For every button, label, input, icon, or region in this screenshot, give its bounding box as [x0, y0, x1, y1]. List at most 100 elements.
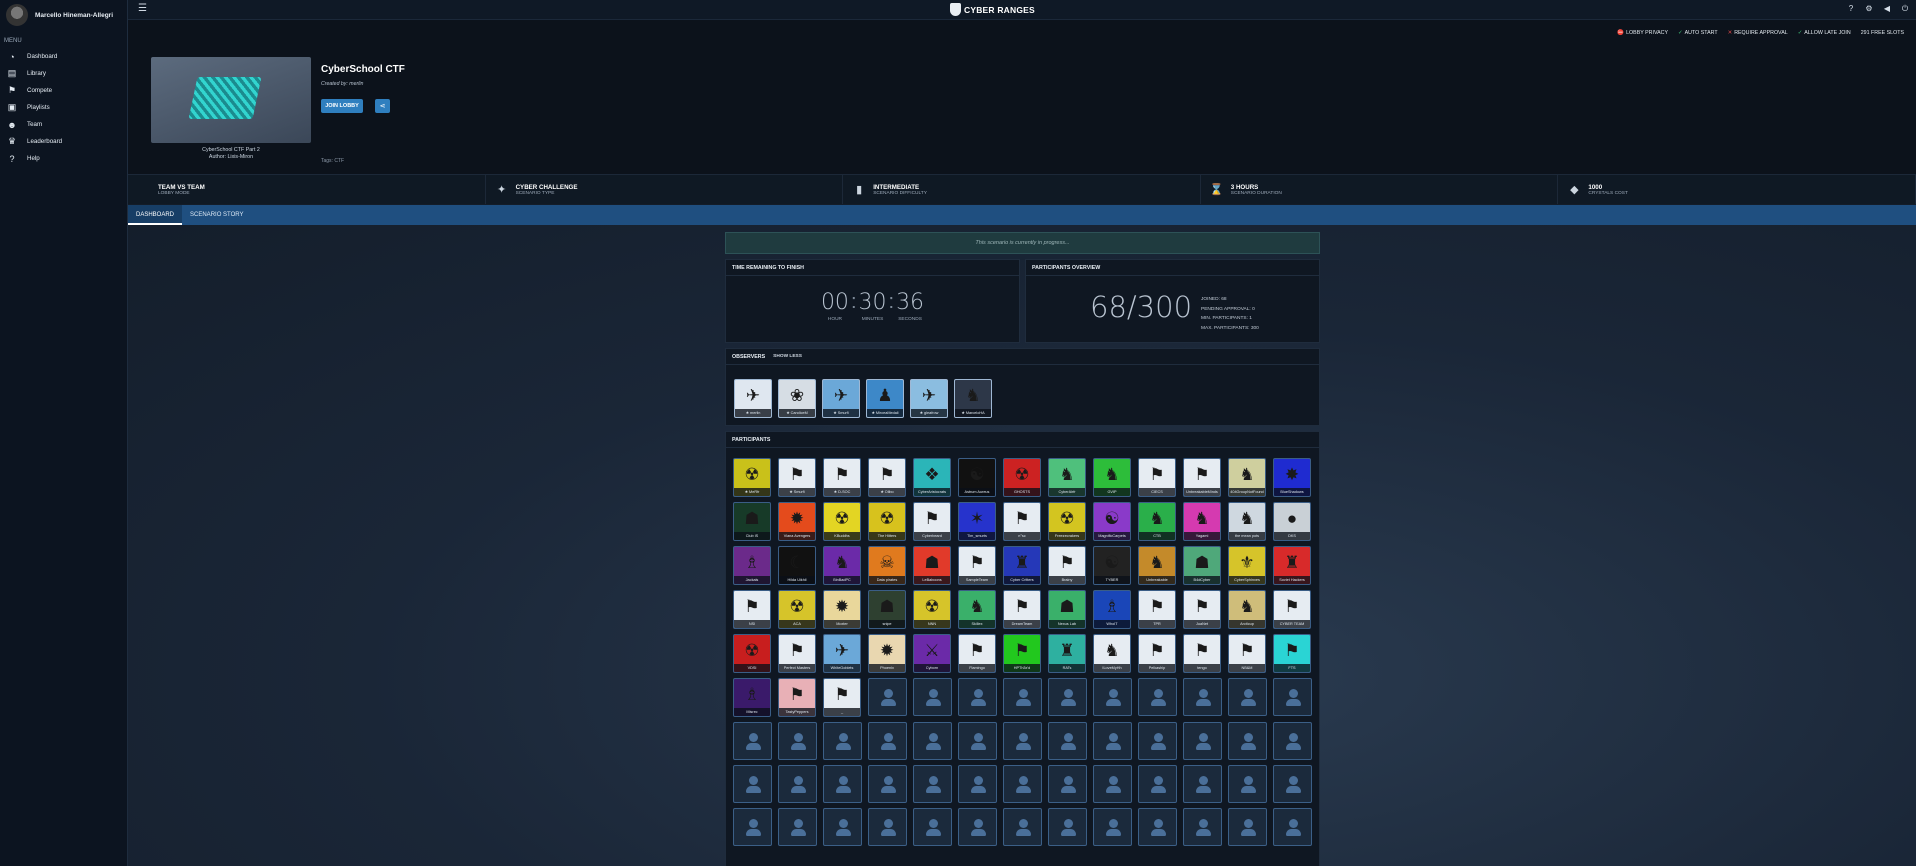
empty-slot[interactable]	[1273, 722, 1312, 760]
team-tile[interactable]: ☯ MagnificCarpets	[1093, 502, 1131, 541]
team-tile[interactable]: ☢ GHOSTS	[1003, 458, 1041, 497]
team-tile[interactable]: ⚑ SampleTeam	[958, 546, 996, 585]
empty-slot[interactable]	[1093, 765, 1132, 803]
empty-slot[interactable]	[823, 765, 862, 803]
nav-item-compete[interactable]: ⚑ Compete	[0, 82, 127, 99]
empty-slot[interactable]	[1183, 808, 1222, 846]
team-tile[interactable]: ☗ Club IS	[733, 502, 771, 541]
team-tile[interactable]: ✈ ★ merlin	[734, 379, 772, 418]
team-tile[interactable]: ⚑ FTS	[1273, 634, 1311, 673]
empty-slot[interactable]	[1183, 678, 1222, 716]
team-tile[interactable]: ♜ Cyber Critters	[1003, 546, 1041, 585]
team-tile[interactable]: ⚑ TPR	[1138, 590, 1176, 629]
team-tile[interactable]: ⚑ _	[823, 678, 861, 717]
empty-slot[interactable]	[1093, 722, 1132, 760]
team-tile[interactable]: ☢ The Hitters	[868, 502, 906, 541]
tab-scenario-story[interactable]: SCENARIO STORY	[182, 205, 251, 225]
team-tile[interactable]: ♗ WhoIT	[1093, 590, 1131, 629]
empty-slot[interactable]	[868, 808, 907, 846]
empty-slot[interactable]	[778, 808, 817, 846]
team-tile[interactable]: ⚑ HPTh3x'd	[1003, 634, 1041, 673]
empty-slot[interactable]	[868, 722, 907, 760]
empty-slot[interactable]	[1138, 722, 1177, 760]
team-tile[interactable]: ☢ Freezecrakers	[1048, 502, 1086, 541]
empty-slot[interactable]	[913, 765, 952, 803]
team-tile[interactable]: ♞ ILoveMyHh	[1093, 634, 1131, 673]
brand[interactable]: CYBER RANGES	[950, 3, 1035, 16]
power-icon[interactable]: ⏻	[1900, 4, 1910, 14]
empty-slot[interactable]	[1138, 808, 1177, 846]
team-tile[interactable]: ♞ 404GroupNotFound	[1228, 458, 1266, 497]
team-tile[interactable]: ⚑ n°sc	[1003, 502, 1041, 541]
empty-slot[interactable]	[913, 722, 952, 760]
team-tile[interactable]: ⚑ UnbreakableMinds	[1183, 458, 1221, 497]
team-tile[interactable]: ☢ ★ MeRfr	[733, 458, 771, 497]
team-tile[interactable]: ♞ GVIP	[1093, 458, 1131, 497]
nav-item-help[interactable]: ? Help	[0, 150, 127, 167]
team-tile[interactable]: ❖ CyberAristocrats	[913, 458, 951, 497]
empty-slot[interactable]	[733, 808, 772, 846]
team-tile[interactable]: ☗ snipe	[868, 590, 906, 629]
empty-slot[interactable]	[1183, 722, 1222, 760]
team-tile[interactable]: ☢ VDSI	[733, 634, 771, 673]
empty-slot[interactable]	[1228, 678, 1267, 716]
team-tile[interactable]: ☯ Astrum Aureus	[958, 458, 996, 497]
team-tile[interactable]: ⚜ CyberSphinxes	[1228, 546, 1266, 585]
empty-slot[interactable]	[1003, 678, 1042, 716]
empty-slot[interactable]	[1048, 722, 1087, 760]
team-tile[interactable]: ☠ Data pirates	[868, 546, 906, 585]
team-tile[interactable]: ✈ WhiteGoblets	[823, 634, 861, 673]
nav-item-playlists[interactable]: ▣ Playlists	[0, 99, 127, 116]
avatar[interactable]	[6, 4, 28, 26]
team-tile[interactable]: ☢ NNN	[913, 590, 951, 629]
team-tile[interactable]: ☗ LeBaboons	[913, 546, 951, 585]
team-tile[interactable]: ♞ Yagami	[1183, 502, 1221, 541]
empty-slot[interactable]	[1003, 722, 1042, 760]
help-icon[interactable]: ?	[1846, 4, 1856, 14]
empty-slot[interactable]	[913, 808, 952, 846]
empty-slot[interactable]	[1228, 722, 1267, 760]
team-tile[interactable]: ⚑ DreamTeam	[1003, 590, 1041, 629]
empty-slot[interactable]	[1228, 765, 1267, 803]
nav-item-dashboard[interactable]: ◔ Dashboard	[0, 48, 127, 65]
team-tile[interactable]: ♟ ★ MirceaMedali	[866, 379, 904, 418]
team-tile[interactable]: ⚑ Brainy	[1048, 546, 1086, 585]
team-tile[interactable]: ⚑ TastyPeppers	[778, 678, 816, 717]
empty-slot[interactable]	[1273, 808, 1312, 846]
team-tile[interactable]: ☢ ACA	[778, 590, 816, 629]
nav-item-team[interactable]: ☻ Team	[0, 116, 127, 133]
team-tile[interactable]: ✈ ★ Smurfi	[822, 379, 860, 418]
empty-slot[interactable]	[778, 765, 817, 803]
empty-slot[interactable]	[1003, 808, 1042, 846]
team-tile[interactable]: ♜ Soviet Hackers	[1273, 546, 1311, 585]
team-tile[interactable]: ♞ ★ MarceloHA	[954, 379, 992, 418]
show-less-toggle[interactable]: SHOW LESS	[773, 354, 802, 359]
team-tile[interactable]: ⚔ Cyborn	[913, 634, 951, 673]
empty-slot[interactable]	[1048, 678, 1087, 716]
team-tile[interactable]: ♗ Jackals	[733, 546, 771, 585]
team-tile[interactable]: ☯ TYBER	[1093, 546, 1131, 585]
team-tile[interactable]: ♜ RATs	[1048, 634, 1086, 673]
team-tile[interactable]: ⚑ Flamingo	[958, 634, 996, 673]
team-tile[interactable]: ⚑ ★ Olibo	[868, 458, 906, 497]
team-tile[interactable]: ⚑ ★ D-SOC	[823, 458, 861, 497]
empty-slot[interactable]	[1093, 808, 1132, 846]
team-tile[interactable]: ✈ ★ gleafrow	[910, 379, 948, 418]
team-tile[interactable]: ✹ Moxter	[823, 590, 861, 629]
team-tile[interactable]: ✸ BlueShadows	[1273, 458, 1311, 497]
team-tile[interactable]: ❀ ★ CandiceM	[778, 379, 816, 418]
team-tile[interactable]: ⚑ JuaNet	[1183, 590, 1221, 629]
join-lobby-button[interactable]: JOIN LOBBY	[321, 99, 363, 113]
team-tile[interactable]: ✹ Viana Avengers	[778, 502, 816, 541]
empty-slot[interactable]	[823, 722, 862, 760]
team-tile[interactable]: ♞ Arcticup	[1228, 590, 1266, 629]
team-tile[interactable]: ⚑ NSI	[733, 590, 771, 629]
hamburger-menu-icon[interactable]: ☰	[138, 3, 147, 14]
empty-slot[interactable]	[868, 678, 907, 716]
team-tile[interactable]: ☗ Nexus Lab	[1048, 590, 1086, 629]
empty-slot[interactable]	[958, 722, 997, 760]
empty-slot[interactable]	[1138, 678, 1177, 716]
team-tile[interactable]: ⚑ ★ Smurfi	[778, 458, 816, 497]
team-tile[interactable]: ⚑ Pelkaship	[1138, 634, 1176, 673]
empty-slot[interactable]	[1048, 765, 1087, 803]
